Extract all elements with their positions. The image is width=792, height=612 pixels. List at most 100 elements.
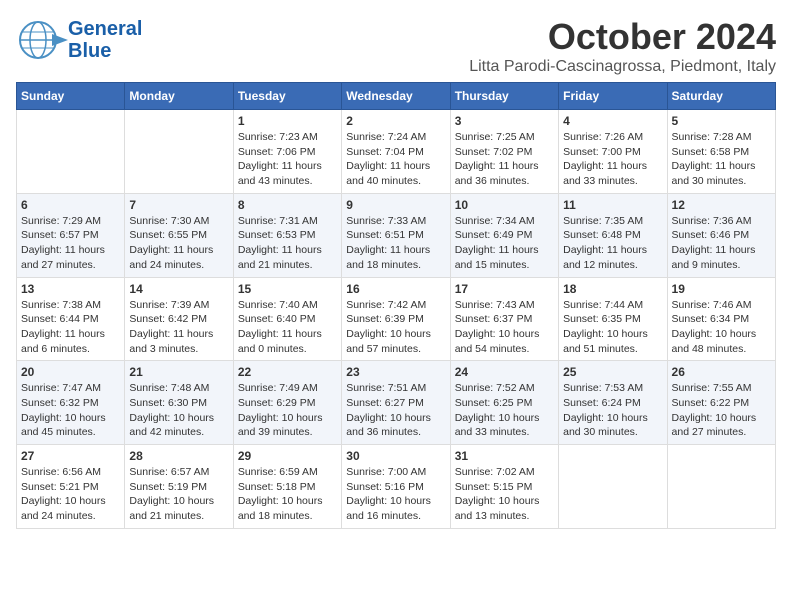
calendar-week-row: 1 Sunrise: 7:23 AM Sunset: 7:06 PM Daylig… bbox=[17, 110, 776, 194]
calendar-cell: 10Sunrise: 7:34 AM Sunset: 6:49 PM Dayli… bbox=[450, 193, 558, 277]
day-header-sunday: Sunday bbox=[17, 83, 125, 110]
day-info: Sunrise: 7:53 AM Sunset: 6:24 PM Dayligh… bbox=[563, 381, 662, 440]
calendar-cell bbox=[17, 110, 125, 194]
day-header-monday: Monday bbox=[125, 83, 233, 110]
day-number: 11 bbox=[563, 198, 662, 212]
day-number: 24 bbox=[455, 365, 554, 379]
day-info: Sunrise: 7:34 AM Sunset: 6:49 PM Dayligh… bbox=[455, 214, 554, 273]
day-info: Sunrise: 7:24 AM Sunset: 7:04 PM Dayligh… bbox=[346, 130, 445, 189]
day-number: 13 bbox=[21, 282, 120, 296]
day-number: 31 bbox=[455, 449, 554, 463]
calendar-cell: 13Sunrise: 7:38 AM Sunset: 6:44 PM Dayli… bbox=[17, 277, 125, 361]
calendar-cell: 1 Sunrise: 7:23 AM Sunset: 7:06 PM Daylig… bbox=[233, 110, 341, 194]
calendar-table: SundayMondayTuesdayWednesdayThursdayFrid… bbox=[16, 82, 776, 529]
day-number: 16 bbox=[346, 282, 445, 296]
calendar-cell: 4 Sunrise: 7:26 AM Sunset: 7:00 PM Daylig… bbox=[559, 110, 667, 194]
calendar-cell: 14 Sunrise: 7:39 AM Sunset: 6:42 PM Dayli… bbox=[125, 277, 233, 361]
day-info: Sunrise: 7:23 AM Sunset: 7:06 PM Dayligh… bbox=[238, 130, 337, 189]
logo-text-block: General Blue bbox=[68, 18, 142, 62]
day-info: Sunrise: 7:52 AM Sunset: 6:25 PM Dayligh… bbox=[455, 381, 554, 440]
day-info: Sunrise: 7:39 AM Sunset: 6:42 PM Dayligh… bbox=[129, 298, 228, 357]
calendar-cell: 6 Sunrise: 7:29 AM Sunset: 6:57 PM Daylig… bbox=[17, 193, 125, 277]
day-number: 6 bbox=[21, 198, 120, 212]
calendar-cell: 31 Sunrise: 7:02 AM Sunset: 5:15 PM Dayli… bbox=[450, 445, 558, 529]
day-info: Sunrise: 7:49 AM Sunset: 6:29 PM Dayligh… bbox=[238, 381, 337, 440]
day-info: Sunrise: 6:59 AM Sunset: 5:18 PM Dayligh… bbox=[238, 465, 337, 524]
calendar-cell: 22 Sunrise: 7:49 AM Sunset: 6:29 PM Dayli… bbox=[233, 361, 341, 445]
day-header-friday: Friday bbox=[559, 83, 667, 110]
logo-icon bbox=[16, 16, 68, 64]
day-number: 15 bbox=[238, 282, 337, 296]
day-number: 4 bbox=[563, 114, 662, 128]
calendar-cell: 18Sunrise: 7:44 AM Sunset: 6:35 PM Dayli… bbox=[559, 277, 667, 361]
day-info: Sunrise: 7:00 AM Sunset: 5:16 PM Dayligh… bbox=[346, 465, 445, 524]
day-number: 18 bbox=[563, 282, 662, 296]
calendar-cell: 5 Sunrise: 7:28 AM Sunset: 6:58 PM Daylig… bbox=[667, 110, 775, 194]
day-info: Sunrise: 7:29 AM Sunset: 6:57 PM Dayligh… bbox=[21, 214, 120, 273]
day-info: Sunrise: 7:40 AM Sunset: 6:40 PM Dayligh… bbox=[238, 298, 337, 357]
calendar-cell: 24 Sunrise: 7:52 AM Sunset: 6:25 PM Dayli… bbox=[450, 361, 558, 445]
day-info: Sunrise: 7:02 AM Sunset: 5:15 PM Dayligh… bbox=[455, 465, 554, 524]
calendar-cell: 12 Sunrise: 7:36 AM Sunset: 6:46 PM Dayli… bbox=[667, 193, 775, 277]
day-info: Sunrise: 7:42 AM Sunset: 6:39 PM Dayligh… bbox=[346, 298, 445, 357]
day-info: Sunrise: 7:48 AM Sunset: 6:30 PM Dayligh… bbox=[129, 381, 228, 440]
calendar-week-row: 6 Sunrise: 7:29 AM Sunset: 6:57 PM Daylig… bbox=[17, 193, 776, 277]
calendar-cell: 9 Sunrise: 7:33 AM Sunset: 6:51 PM Daylig… bbox=[342, 193, 450, 277]
page-subtitle: Litta Parodi-Cascinagrossa, Piedmont, It… bbox=[469, 58, 776, 76]
day-number: 30 bbox=[346, 449, 445, 463]
page-header: General Blue October 2024 Litta Parodi-C… bbox=[16, 16, 776, 76]
day-number: 5 bbox=[672, 114, 771, 128]
logo-text-blue: Blue bbox=[68, 40, 111, 62]
day-info: Sunrise: 7:28 AM Sunset: 6:58 PM Dayligh… bbox=[672, 130, 771, 189]
day-number: 9 bbox=[346, 198, 445, 212]
day-header-wednesday: Wednesday bbox=[342, 83, 450, 110]
day-number: 29 bbox=[238, 449, 337, 463]
calendar-week-row: 13Sunrise: 7:38 AM Sunset: 6:44 PM Dayli… bbox=[17, 277, 776, 361]
day-number: 1 bbox=[238, 114, 337, 128]
calendar-cell: 29 Sunrise: 6:59 AM Sunset: 5:18 PM Dayli… bbox=[233, 445, 341, 529]
day-number: 14 bbox=[129, 282, 228, 296]
page-title: October 2024 bbox=[469, 16, 776, 58]
calendar-cell: 3Sunrise: 7:25 AM Sunset: 7:02 PM Daylig… bbox=[450, 110, 558, 194]
day-info: Sunrise: 7:35 AM Sunset: 6:48 PM Dayligh… bbox=[563, 214, 662, 273]
day-info: Sunrise: 7:26 AM Sunset: 7:00 PM Dayligh… bbox=[563, 130, 662, 189]
calendar-week-row: 20Sunrise: 7:47 AM Sunset: 6:32 PM Dayli… bbox=[17, 361, 776, 445]
day-number: 22 bbox=[238, 365, 337, 379]
calendar-cell: 8 Sunrise: 7:31 AM Sunset: 6:53 PM Daylig… bbox=[233, 193, 341, 277]
day-info: Sunrise: 7:36 AM Sunset: 6:46 PM Dayligh… bbox=[672, 214, 771, 273]
calendar-cell: 19Sunrise: 7:46 AM Sunset: 6:34 PM Dayli… bbox=[667, 277, 775, 361]
calendar-cell: 25Sunrise: 7:53 AM Sunset: 6:24 PM Dayli… bbox=[559, 361, 667, 445]
day-info: Sunrise: 6:56 AM Sunset: 5:21 PM Dayligh… bbox=[21, 465, 120, 524]
calendar-cell: 28 Sunrise: 6:57 AM Sunset: 5:19 PM Dayli… bbox=[125, 445, 233, 529]
calendar-cell: 15 Sunrise: 7:40 AM Sunset: 6:40 PM Dayli… bbox=[233, 277, 341, 361]
day-header-tuesday: Tuesday bbox=[233, 83, 341, 110]
day-info: Sunrise: 6:57 AM Sunset: 5:19 PM Dayligh… bbox=[129, 465, 228, 524]
calendar-cell: 26Sunrise: 7:55 AM Sunset: 6:22 PM Dayli… bbox=[667, 361, 775, 445]
calendar-cell: 21Sunrise: 7:48 AM Sunset: 6:30 PM Dayli… bbox=[125, 361, 233, 445]
calendar-cell: 17 Sunrise: 7:43 AM Sunset: 6:37 PM Dayli… bbox=[450, 277, 558, 361]
day-header-saturday: Saturday bbox=[667, 83, 775, 110]
day-number: 8 bbox=[238, 198, 337, 212]
calendar-cell bbox=[559, 445, 667, 529]
logo: General Blue bbox=[16, 16, 142, 64]
calendar-cell: 20Sunrise: 7:47 AM Sunset: 6:32 PM Dayli… bbox=[17, 361, 125, 445]
day-number: 2 bbox=[346, 114, 445, 128]
day-info: Sunrise: 7:31 AM Sunset: 6:53 PM Dayligh… bbox=[238, 214, 337, 273]
calendar-cell: 16 Sunrise: 7:42 AM Sunset: 6:39 PM Dayli… bbox=[342, 277, 450, 361]
day-number: 20 bbox=[21, 365, 120, 379]
day-number: 23 bbox=[346, 365, 445, 379]
calendar-cell: 2 Sunrise: 7:24 AM Sunset: 7:04 PM Daylig… bbox=[342, 110, 450, 194]
day-header-thursday: Thursday bbox=[450, 83, 558, 110]
day-info: Sunrise: 7:51 AM Sunset: 6:27 PM Dayligh… bbox=[346, 381, 445, 440]
day-number: 17 bbox=[455, 282, 554, 296]
day-number: 3 bbox=[455, 114, 554, 128]
calendar-cell bbox=[667, 445, 775, 529]
day-info: Sunrise: 7:33 AM Sunset: 6:51 PM Dayligh… bbox=[346, 214, 445, 273]
calendar-header-row: SundayMondayTuesdayWednesdayThursdayFrid… bbox=[17, 83, 776, 110]
day-number: 12 bbox=[672, 198, 771, 212]
day-info: Sunrise: 7:43 AM Sunset: 6:37 PM Dayligh… bbox=[455, 298, 554, 357]
day-number: 28 bbox=[129, 449, 228, 463]
day-info: Sunrise: 7:46 AM Sunset: 6:34 PM Dayligh… bbox=[672, 298, 771, 357]
calendar-cell: 30 Sunrise: 7:00 AM Sunset: 5:16 PM Dayli… bbox=[342, 445, 450, 529]
logo-text-general: General bbox=[68, 18, 142, 40]
